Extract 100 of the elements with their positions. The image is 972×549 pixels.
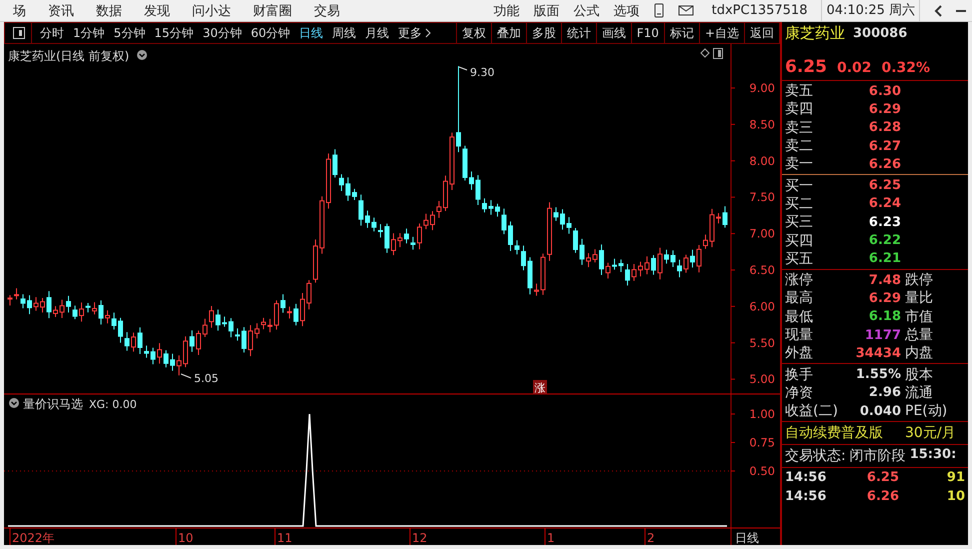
period-tab[interactable]: 1分钟 <box>73 24 105 42</box>
mail-icon[interactable] <box>678 5 694 16</box>
candlestick <box>528 256 532 295</box>
candlestick <box>313 239 318 284</box>
candlestick <box>190 330 194 352</box>
candlestick <box>248 324 253 357</box>
menu-item[interactable]: 发现 <box>133 2 181 20</box>
candlestick <box>124 332 130 352</box>
low-price-label: 5.05 <box>194 372 218 385</box>
period-tab[interactable]: 分时 <box>40 24 64 42</box>
candlestick <box>436 200 442 218</box>
candlestick <box>183 336 188 368</box>
stat-label: 换手 <box>785 366 814 384</box>
candlestick <box>378 224 383 238</box>
trade-time: 14:56 <box>785 470 828 486</box>
leader-line <box>458 66 468 70</box>
candlestick <box>722 206 728 228</box>
stat-label: 内盘 <box>904 344 934 362</box>
phone-icon[interactable] <box>654 3 664 18</box>
period-tab[interactable]: 日线 <box>299 24 324 42</box>
stat-label: 收益(二) <box>785 402 839 420</box>
period-tab[interactable]: 更多 <box>398 24 432 42</box>
price-axis-label: 7.50 <box>749 190 775 204</box>
order-level-label: 买三 <box>785 213 814 232</box>
stat-label: PE(动) <box>904 402 948 420</box>
candlestick <box>235 328 240 342</box>
order-price: 6.30 <box>868 84 901 99</box>
period-tab[interactable]: 月线 <box>365 24 390 42</box>
candlestick <box>118 317 123 344</box>
candlestick <box>8 294 12 306</box>
candlestick <box>540 253 546 296</box>
candlestick <box>684 254 688 274</box>
trade-volume: 91 <box>946 470 965 486</box>
date-axis-label: 2 <box>647 531 655 545</box>
candlestick <box>261 317 266 330</box>
period-label: 日线 <box>735 531 759 545</box>
stat-label: 最高 <box>785 289 814 308</box>
candlestick <box>690 249 695 268</box>
panel-toggle-icon[interactable] <box>13 27 25 39</box>
diamond-icon[interactable] <box>700 48 710 58</box>
stat-label: 净资 <box>785 384 814 402</box>
stat-label: 流通 <box>904 384 934 402</box>
menu-item[interactable]: 版面 <box>534 2 560 20</box>
menu-item[interactable]: 问小达 <box>181 2 242 20</box>
panel-toggle-icon[interactable] <box>713 48 723 59</box>
order-price: 6.26 <box>868 156 901 172</box>
candlestick <box>20 294 26 309</box>
price-axis-label: 5.00 <box>749 372 775 386</box>
candlestick <box>696 244 702 273</box>
candlestick <box>410 236 416 250</box>
chart-title: 康芝药业(日线 前复权) <box>8 49 130 63</box>
menu-item[interactable]: 公式 <box>574 2 600 20</box>
candlestick <box>554 206 558 222</box>
candlestick <box>482 198 487 213</box>
period-tab[interactable]: 30分钟 <box>202 24 242 42</box>
menu-item[interactable]: 交易 <box>303 2 351 20</box>
period-tab[interactable]: 周线 <box>332 24 356 42</box>
candlestick <box>72 305 78 320</box>
menu-item[interactable]: 数据 <box>85 2 133 20</box>
indicator-title: 量价识马选 <box>23 397 83 411</box>
order-level-label: 卖三 <box>785 118 814 137</box>
candlestick <box>384 223 390 254</box>
candlestick <box>424 213 428 230</box>
candlestick <box>580 238 584 266</box>
period-tab[interactable]: 5分钟 <box>114 24 146 42</box>
stat-value: 6.18 <box>868 309 901 324</box>
menu-item[interactable]: 场 <box>2 2 37 20</box>
stat-value: 1177 <box>864 328 901 342</box>
chevron-down-icon[interactable] <box>9 398 19 408</box>
period-tab[interactable]: 15分钟 <box>154 24 194 42</box>
menu-item[interactable]: 选项 <box>614 2 640 20</box>
stat-value: 2.96 <box>868 385 901 400</box>
price-axis-label: 8.00 <box>749 154 775 168</box>
candlestick <box>268 318 272 333</box>
chevron-down-icon[interactable] <box>137 50 147 60</box>
menu-item[interactable]: 财富圈 <box>242 2 303 20</box>
minimize-icon[interactable] <box>956 8 966 12</box>
chevron-left-icon[interactable] <box>934 4 942 16</box>
promo-text: 自动续费普及版 <box>785 424 883 442</box>
limit-up-badge: 涨 <box>533 380 547 394</box>
candlestick <box>710 208 714 248</box>
leader-line <box>180 374 192 378</box>
candlestick <box>34 296 38 312</box>
order-price: 6.23 <box>868 214 901 230</box>
order-level-label: 卖一 <box>785 155 814 174</box>
price-axis-label: 5.50 <box>749 336 775 350</box>
menu-item[interactable]: 资讯 <box>37 2 85 20</box>
indicator-axis-label: 1.00 <box>749 407 775 421</box>
menu-item[interactable]: 功能 <box>494 2 520 20</box>
status-value: 闭市阶段 <box>850 447 906 466</box>
candlestick <box>450 132 454 190</box>
stat-label: 股本 <box>904 366 934 384</box>
candlestick <box>222 316 227 328</box>
candlestick <box>14 288 19 300</box>
candlestick <box>86 302 90 313</box>
candlestick <box>306 280 312 310</box>
candlestick <box>138 326 142 355</box>
period-tab[interactable]: 60分钟 <box>250 24 290 42</box>
stat-value: 1.55% <box>854 367 901 382</box>
candlestick <box>339 174 344 192</box>
